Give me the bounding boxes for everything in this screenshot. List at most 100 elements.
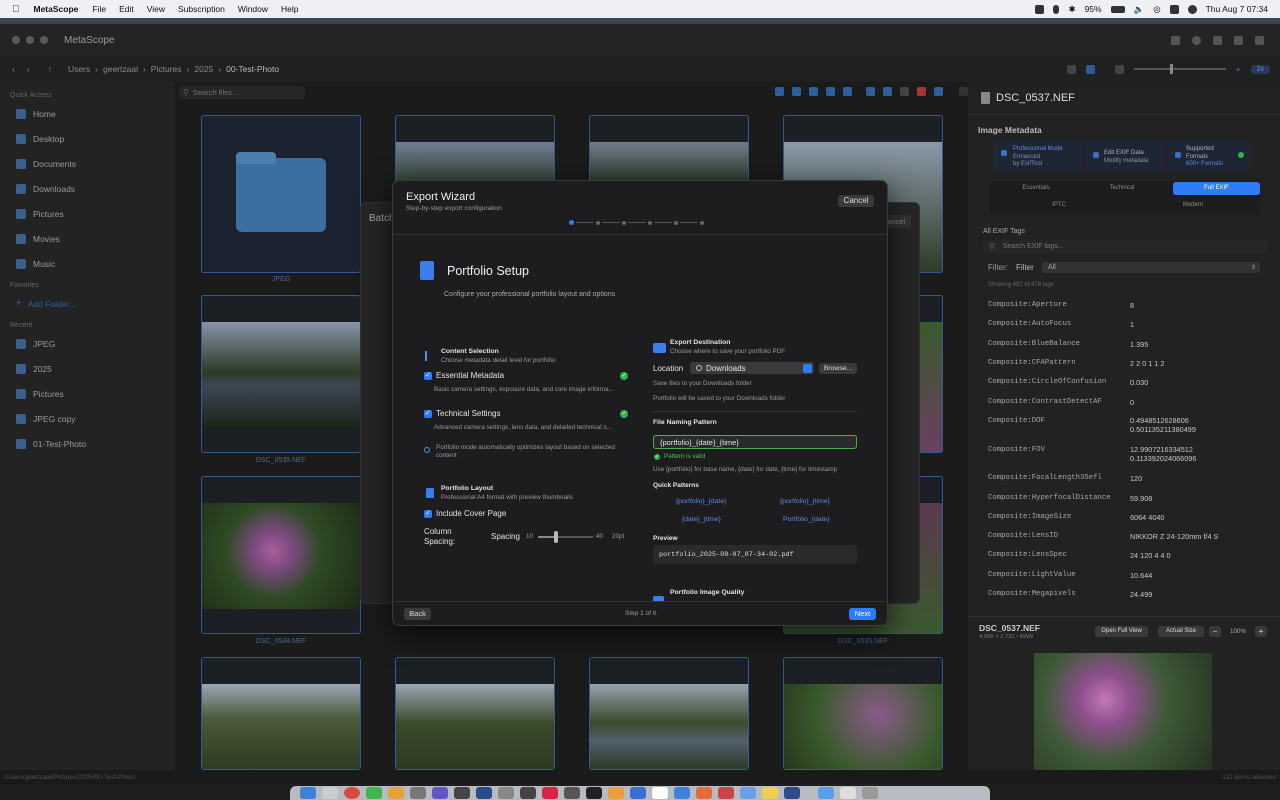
essential-metadata-label[interactable]: Essential Metadata: [436, 371, 504, 380]
grid-item-photo[interactable]: [589, 115, 749, 187]
zoom-window-button[interactable]: [40, 36, 48, 44]
menu-subscription[interactable]: Subscription: [178, 4, 225, 14]
apple-icon[interactable]: : [12, 4, 20, 15]
search-field[interactable]: ⚲: [179, 86, 305, 99]
menu-window[interactable]: Window: [238, 4, 268, 14]
more-icon[interactable]: [959, 87, 968, 96]
trash-icon[interactable]: [917, 87, 926, 96]
breadcrumb-pictures[interactable]: Pictures: [151, 64, 182, 74]
list-view-icon[interactable]: [1066, 64, 1076, 74]
menu-app-name[interactable]: MetaScope: [34, 4, 79, 14]
whatsapp-icon[interactable]: [366, 787, 382, 799]
downloads-folder-icon[interactable]: [818, 787, 834, 799]
clock[interactable]: Thu Aug 7 07:34: [1206, 4, 1268, 14]
tag-icon[interactable]: [883, 87, 892, 96]
naming-pattern-input[interactable]: {portfolio}_{date}_{time}: [660, 438, 739, 447]
menu-view[interactable]: View: [147, 4, 165, 14]
zoom-slider[interactable]: [1133, 64, 1226, 74]
sidebar-item-recent-2025[interactable]: 2025: [0, 356, 175, 381]
include-cover-label[interactable]: Include Cover Page: [436, 509, 506, 518]
app-icon[interactable]: [564, 787, 580, 799]
sidebar-item-recent-jpeg[interactable]: JPEG: [0, 331, 175, 356]
trash-icon[interactable]: [862, 787, 878, 799]
sidebar-item-home[interactable]: Home: [0, 101, 175, 126]
app-icon[interactable]: [476, 787, 492, 799]
compass-icon[interactable]: [1192, 35, 1201, 45]
grid-item-photo[interactable]: [201, 657, 361, 770]
folder-icon[interactable]: [792, 87, 801, 96]
finder-icon[interactable]: [300, 787, 316, 799]
documents-folder-icon[interactable]: [840, 787, 856, 799]
sidebar-item-music[interactable]: Music: [0, 251, 175, 276]
grid-item-photo[interactable]: [783, 657, 943, 770]
control-center-icon[interactable]: [1169, 4, 1179, 14]
tab-essentials[interactable]: Essentials: [994, 182, 1078, 195]
layers-icon[interactable]: [1213, 35, 1222, 45]
info-card-edit-exif[interactable]: Edit EXIF Data Modify metadata: [1086, 140, 1166, 172]
app-icon[interactable]: [652, 787, 668, 799]
up-arrow-icon[interactable]: ↑: [48, 64, 52, 74]
metascope-icon[interactable]: [784, 787, 800, 799]
spacing-slider-knob[interactable]: [554, 531, 559, 543]
archive-icon[interactable]: [934, 87, 943, 96]
zoom-level-pill[interactable]: 2x: [1250, 64, 1270, 74]
pencil-icon[interactable]: [866, 87, 875, 96]
app-icon[interactable]: [608, 787, 624, 799]
sidebar-item-recent-test-photo[interactable]: 01-Test-Photo: [0, 431, 175, 456]
include-cover-checkbox[interactable]: ✓: [424, 510, 432, 518]
naming-pattern-field[interactable]: {portfolio}_{date}_{time}: [653, 435, 857, 449]
launchpad-icon[interactable]: [322, 787, 338, 799]
zoom-in-icon[interactable]: +: [1236, 64, 1241, 74]
breadcrumb-user[interactable]: geertzaal: [103, 64, 138, 74]
grid-item-photo[interactable]: [201, 476, 361, 634]
document-icon[interactable]: [809, 87, 818, 96]
quick-pattern-portfolio-date[interactable]: {portfolio}_{date}: [676, 498, 726, 505]
menu-help[interactable]: Help: [281, 4, 298, 14]
browse-button[interactable]: Browse...: [819, 363, 857, 374]
terminal-icon[interactable]: [586, 787, 602, 799]
sidebar-item-documents[interactable]: Documents: [0, 151, 175, 176]
exif-search-field[interactable]: ⚲: [983, 240, 1269, 253]
close-window-button[interactable]: [12, 36, 20, 44]
location-select[interactable]: Downloads: [690, 362, 814, 374]
open-full-view-button[interactable]: Open Full View: [1095, 626, 1148, 637]
wizard-cancel-button[interactable]: Cancel: [838, 195, 874, 207]
notes-icon[interactable]: [762, 787, 778, 799]
zoom-out-button[interactable]: −: [1209, 626, 1221, 637]
sidebar-toggle-icon[interactable]: [1255, 35, 1264, 45]
app-icon[interactable]: [520, 787, 536, 799]
exif-search-input[interactable]: [1002, 243, 1243, 250]
settings-icon[interactable]: [410, 787, 426, 799]
share-icon[interactable]: [1171, 35, 1180, 45]
photo-icon[interactable]: [1114, 64, 1124, 74]
siri-icon[interactable]: [1187, 4, 1197, 14]
essential-metadata-checkbox[interactable]: ✓: [424, 372, 432, 380]
search-input[interactable]: [192, 88, 293, 97]
back-button[interactable]: Back: [404, 608, 431, 620]
tab-iptc[interactable]: IPTC: [994, 199, 1124, 212]
sidebar-item-recent-pictures[interactable]: Pictures: [0, 381, 175, 406]
wifi-icon[interactable]: ◎: [1153, 4, 1160, 15]
spacing-slider[interactable]: [538, 531, 593, 543]
info-card-pro-mode[interactable]: Professional Mode Enhanced by ExifTool: [993, 140, 1083, 172]
share-icon[interactable]: [900, 87, 909, 96]
back-nav-icon[interactable]: ‹: [12, 64, 15, 74]
sidebar-item-movies[interactable]: Movies: [0, 226, 175, 251]
minimize-window-button[interactable]: [26, 36, 34, 44]
tab-full-exif[interactable]: Full EXIF: [1173, 182, 1260, 195]
app-icon[interactable]: [432, 787, 448, 799]
next-button[interactable]: Next: [849, 608, 876, 620]
chrome-icon[interactable]: [344, 787, 360, 799]
microphone-icon[interactable]: [1053, 4, 1060, 14]
copy-icon[interactable]: [826, 87, 835, 96]
app-icon[interactable]: [696, 787, 712, 799]
zoom-slider-knob[interactable]: [1169, 64, 1173, 74]
refresh-icon[interactable]: [775, 87, 784, 96]
grid-item-photo[interactable]: [395, 657, 555, 770]
zoom-in-button[interactable]: +: [1255, 626, 1267, 637]
actual-size-button[interactable]: Actual Size: [1158, 626, 1204, 637]
battery-icon[interactable]: [1110, 5, 1125, 13]
sidebar-item-recent-jpeg-copy[interactable]: JPEG copy: [0, 406, 175, 431]
breadcrumb-folder[interactable]: 00-Test-Photo: [226, 64, 279, 74]
tab-technical[interactable]: Technical: [1080, 182, 1164, 195]
